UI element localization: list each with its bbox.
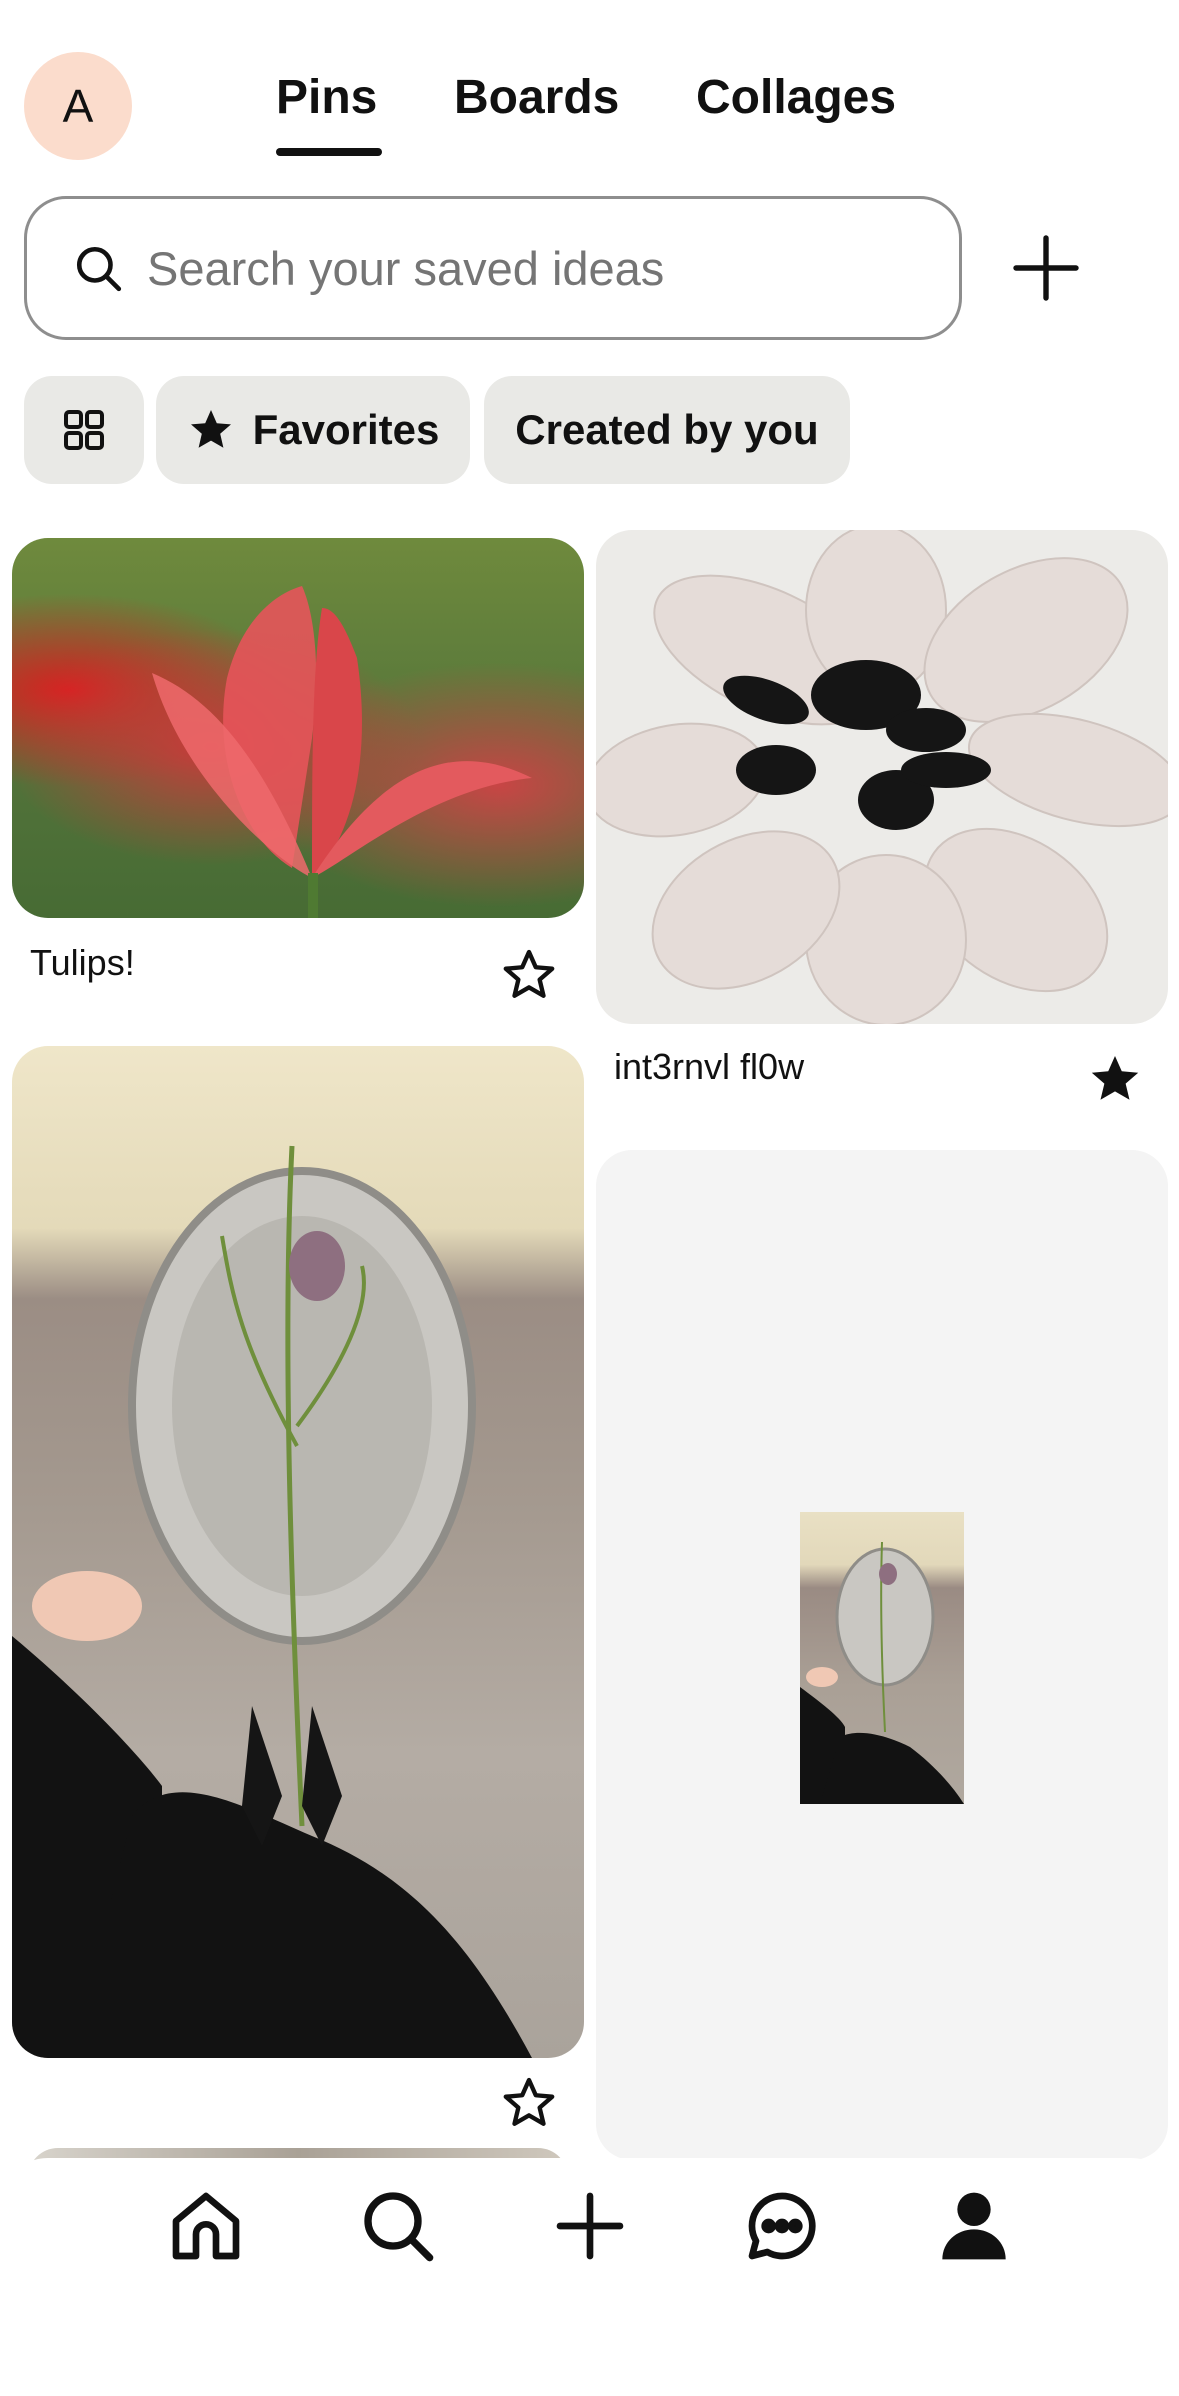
- nav-create[interactable]: [550, 2186, 630, 2266]
- nav-messages[interactable]: [742, 2186, 822, 2266]
- add-icon[interactable]: [1010, 232, 1082, 304]
- pin-image-tulip[interactable]: [12, 538, 584, 918]
- search-bar[interactable]: [24, 196, 962, 340]
- messages-icon: [748, 2192, 816, 2260]
- tab-boards[interactable]: Boards: [454, 70, 619, 125]
- nav-home[interactable]: [166, 2186, 246, 2266]
- star-filled-icon[interactable]: [1086, 1050, 1144, 1108]
- tab-collages[interactable]: Collages: [696, 70, 896, 125]
- created-by-you-label: Created by you: [515, 406, 819, 453]
- star-icon: [190, 410, 231, 448]
- profile-icon: [942, 2192, 1006, 2260]
- favorites-filter[interactable]: Favorites: [156, 376, 470, 484]
- pin-image-ink-flower[interactable]: [596, 530, 1168, 1024]
- home-icon: [172, 2192, 240, 2260]
- tab-pins[interactable]: Pins: [276, 70, 377, 125]
- pin-thumbnail-plate-flower: [800, 1512, 964, 1804]
- pin-title: Tulips!: [30, 942, 135, 983]
- favorites-label: Favorites: [252, 406, 440, 453]
- nav-profile[interactable]: [934, 2186, 1014, 2266]
- star-outline-icon[interactable]: [500, 946, 558, 1004]
- pin-title: int3rnvl fl0w: [614, 1046, 805, 1087]
- nav-search[interactable]: [358, 2186, 438, 2266]
- pin-image-plate-flower[interactable]: [12, 1046, 584, 2058]
- grid-icon: [64, 410, 104, 450]
- star-outline-icon[interactable]: [500, 2074, 558, 2132]
- search-input[interactable]: [147, 240, 907, 296]
- created-by-you-filter[interactable]: Created by you: [484, 376, 850, 484]
- top-tabs: Pins Boards Collages: [0, 70, 1179, 150]
- active-tab-indicator: [276, 148, 382, 156]
- grid-view-button[interactable]: [24, 376, 144, 484]
- create-icon: [556, 2192, 624, 2260]
- search-icon: [364, 2192, 434, 2262]
- search-icon: [76, 246, 122, 292]
